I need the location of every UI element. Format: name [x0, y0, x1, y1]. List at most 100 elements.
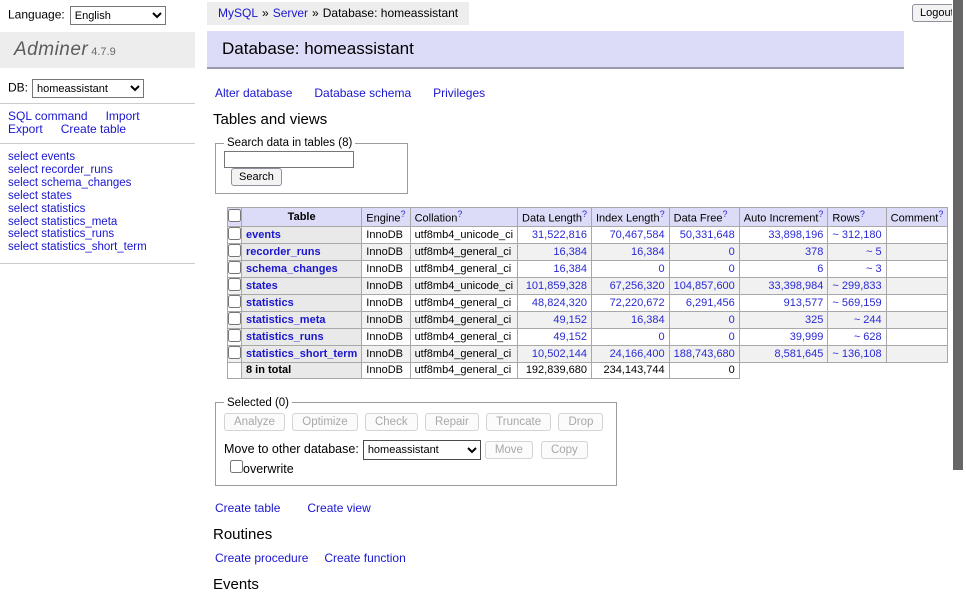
search-button[interactable]: Search	[231, 168, 282, 186]
alter-database-link[interactable]: Alter database	[215, 86, 292, 100]
vertical-scrollbar-track[interactable]	[952, 0, 966, 543]
index-length-link[interactable]: 70,467,584	[610, 229, 665, 241]
auto-increment-link[interactable]: 33,898,196	[768, 229, 823, 241]
row-checkbox[interactable]	[228, 312, 241, 325]
row-checkbox[interactable]	[228, 227, 241, 240]
sidebar-select-link[interactable]: select recorder_runs	[8, 164, 187, 177]
move-database-select[interactable]: homeassistant	[363, 440, 481, 460]
index-length-link[interactable]: 16,384	[631, 314, 665, 326]
language-select[interactable]: English	[70, 6, 166, 25]
help-icon[interactable]: ?	[860, 209, 865, 219]
data-length-link[interactable]: 31,522,816	[532, 229, 587, 241]
truncate-button[interactable]: Truncate	[486, 413, 551, 431]
copy-button[interactable]: Copy	[541, 441, 588, 459]
row-checkbox[interactable]	[228, 329, 241, 342]
repair-button[interactable]: Repair	[425, 413, 479, 431]
check-button[interactable]: Check	[365, 413, 418, 431]
index-length-link[interactable]: 24,166,400	[610, 348, 665, 360]
row-checkbox[interactable]	[228, 346, 241, 359]
create-table-link[interactable]: Create table	[215, 501, 280, 515]
sidebar-select-link[interactable]: select schema_changes	[8, 177, 187, 190]
rows-link[interactable]: ~ 628	[854, 331, 882, 343]
sidebar-link-import[interactable]: Import	[106, 109, 140, 123]
data-length-link[interactable]: 49,152	[553, 331, 587, 343]
table-name-link[interactable]: states	[246, 280, 278, 292]
rows-link[interactable]: ~ 312,180	[832, 229, 881, 241]
sidebar-select-link[interactable]: select states	[8, 190, 187, 203]
index-length-link[interactable]: 67,256,320	[610, 280, 665, 292]
data-length-link[interactable]: 16,384	[553, 263, 587, 275]
row-checkbox[interactable]	[228, 278, 241, 291]
index-length-link[interactable]: 72,220,672	[610, 297, 665, 309]
help-icon[interactable]: ?	[818, 209, 823, 219]
vertical-scrollbar-thumb[interactable]	[953, 0, 963, 470]
create-view-link[interactable]: Create view	[307, 501, 370, 515]
sidebar-select-link[interactable]: select statistics	[8, 203, 187, 216]
database-schema-link[interactable]: Database schema	[314, 86, 411, 100]
sidebar-link-export[interactable]: Export	[8, 122, 43, 136]
auto-increment-link[interactable]: 39,999	[790, 331, 824, 343]
auto-increment-link[interactable]: 378	[805, 246, 823, 258]
table-name-link[interactable]: recorder_runs	[246, 246, 321, 258]
drop-button[interactable]: Drop	[558, 413, 603, 431]
data-free-link[interactable]: 0	[729, 331, 735, 343]
select-all-checkbox[interactable]	[228, 209, 241, 222]
table-name-link[interactable]: schema_changes	[246, 263, 338, 275]
table-name-link[interactable]: statistics_meta	[246, 314, 326, 326]
sidebar-select-link[interactable]: select statistics_meta	[8, 216, 187, 229]
data-free-link[interactable]: 104,857,600	[674, 280, 735, 292]
auto-increment-link[interactable]: 325	[805, 314, 823, 326]
data-free-link[interactable]: 6,291,456	[686, 297, 735, 309]
table-name-link[interactable]: events	[246, 229, 281, 241]
row-checkbox[interactable]	[228, 261, 241, 274]
row-checkbox[interactable]	[228, 244, 241, 257]
create-procedure-link[interactable]: Create procedure	[215, 551, 308, 565]
help-icon[interactable]: ?	[660, 209, 665, 219]
rows-link[interactable]: ~ 136,108	[832, 348, 881, 360]
data-length-link[interactable]: 101,859,328	[526, 280, 587, 292]
create-function-link[interactable]: Create function	[324, 551, 405, 565]
auto-increment-link[interactable]: 913,577	[784, 297, 824, 309]
auto-increment-link[interactable]: 8,581,645	[774, 348, 823, 360]
sidebar-link-sql-command[interactable]: SQL command	[8, 109, 88, 123]
optimize-button[interactable]: Optimize	[292, 413, 357, 431]
data-length-link[interactable]: 10,502,144	[532, 348, 587, 360]
data-length-link[interactable]: 48,824,320	[532, 297, 587, 309]
sidebar-select-link[interactable]: select statistics_short_term	[8, 241, 187, 254]
search-input[interactable]	[224, 151, 354, 168]
data-free-link[interactable]: 0	[729, 263, 735, 275]
sidebar-select-link[interactable]: select statistics_runs	[8, 228, 187, 241]
help-icon[interactable]: ?	[457, 209, 462, 219]
help-icon[interactable]: ?	[401, 209, 406, 219]
move-button[interactable]: Move	[485, 441, 533, 459]
sidebar-link-create-table[interactable]: Create table	[61, 122, 126, 136]
sidebar-select-link[interactable]: select events	[8, 151, 187, 164]
rows-link[interactable]: ~ 5	[866, 246, 882, 258]
db-select[interactable]: homeassistant	[32, 79, 144, 98]
overwrite-checkbox[interactable]	[230, 460, 243, 473]
table-name-link[interactable]: statistics_runs	[246, 331, 324, 343]
table-name-link[interactable]: statistics	[246, 297, 294, 309]
data-length-link[interactable]: 16,384	[553, 246, 587, 258]
data-free-link[interactable]: 188,743,680	[674, 348, 735, 360]
data-free-link[interactable]: 0	[729, 246, 735, 258]
auto-increment-link[interactable]: 33,398,984	[768, 280, 823, 292]
index-length-link[interactable]: 16,384	[631, 246, 665, 258]
help-icon[interactable]: ?	[938, 209, 943, 219]
auto-increment-link[interactable]: 6	[817, 263, 823, 275]
rows-link[interactable]: ~ 569,159	[832, 297, 881, 309]
index-length-link[interactable]: 0	[659, 331, 665, 343]
index-length-link[interactable]: 0	[659, 263, 665, 275]
help-icon[interactable]: ?	[723, 209, 728, 219]
data-length-link[interactable]: 49,152	[553, 314, 587, 326]
rows-link[interactable]: ~ 244	[854, 314, 882, 326]
rows-link[interactable]: ~ 299,833	[832, 280, 881, 292]
help-icon[interactable]: ?	[582, 209, 587, 219]
analyze-button[interactable]: Analyze	[224, 413, 285, 431]
row-checkbox[interactable]	[228, 295, 241, 308]
data-free-link[interactable]: 50,331,648	[680, 229, 735, 241]
table-name-link[interactable]: statistics_short_term	[246, 348, 357, 360]
rows-link[interactable]: ~ 3	[866, 263, 882, 275]
privileges-link[interactable]: Privileges	[433, 86, 485, 100]
data-free-link[interactable]: 0	[729, 314, 735, 326]
